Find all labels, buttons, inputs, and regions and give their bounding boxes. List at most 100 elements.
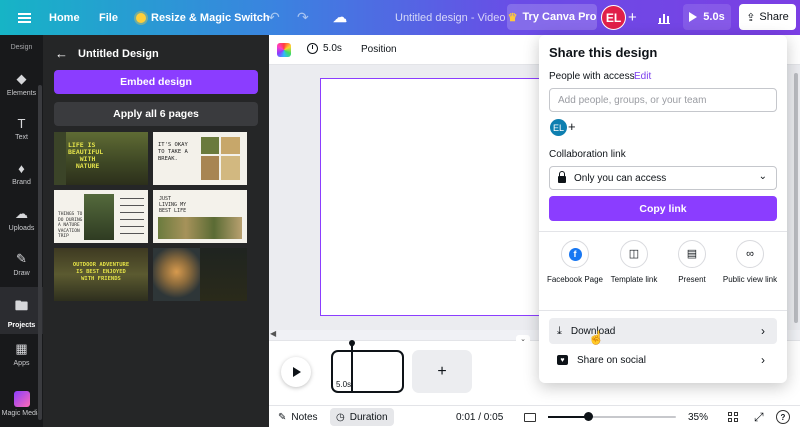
edit-access-link[interactable]: Edit bbox=[634, 71, 651, 82]
rail-item-brand[interactable]: ♦ Brand bbox=[0, 161, 43, 186]
file-menu[interactable]: File bbox=[99, 0, 118, 35]
rail-item-magic-media[interactable]: Magic Media bbox=[0, 391, 43, 417]
duration-label: 5.0s bbox=[323, 43, 342, 54]
rail-design-label[interactable]: Design bbox=[0, 44, 43, 51]
thumb-text: LIFE IS BEAUTIFUL WITH NATURE bbox=[68, 141, 104, 170]
rail-label: Uploads bbox=[8, 225, 35, 232]
share-button[interactable]: ⇪ Share bbox=[739, 4, 796, 30]
scroll-left-icon[interactable]: ◀ bbox=[270, 329, 276, 338]
share-option-present[interactable]: ▤ Present bbox=[663, 240, 721, 284]
share-option-public-link[interactable]: ∞ Public view link bbox=[721, 240, 779, 284]
notes-label: Notes bbox=[291, 411, 318, 423]
redo-icon[interactable]: ↷ bbox=[297, 0, 309, 35]
brand-icon: ♦ bbox=[18, 161, 25, 176]
rail-item-uploads[interactable]: ☁ Uploads bbox=[0, 206, 43, 232]
rail-label: Apps bbox=[13, 360, 30, 367]
divider bbox=[539, 231, 787, 232]
menu-button[interactable] bbox=[14, 0, 34, 35]
page-thumbnail-1[interactable]: LIFE IS BEAUTIFUL WITH NATURE bbox=[54, 132, 148, 185]
try-pro-button[interactable]: ♛ Try Canva Pro bbox=[507, 4, 597, 30]
page-thumbnail-5[interactable]: OUTDOOR ADVENTURE IS BEST ENJOYED WITH F… bbox=[54, 248, 148, 301]
play-icon bbox=[689, 12, 698, 22]
playhead[interactable] bbox=[351, 346, 353, 391]
page-thumbnail-2[interactable]: IT'S OKAY TO TAKE A BREAK. bbox=[153, 132, 247, 185]
rail-item-draw[interactable]: ✎ Draw bbox=[0, 251, 43, 277]
share-option-template[interactable]: ◫ Template link bbox=[605, 240, 663, 284]
facebook-icon: f bbox=[561, 240, 589, 268]
rail-label: Magic Media bbox=[1, 410, 42, 417]
cloud-save-icon[interactable]: ☁ bbox=[333, 0, 347, 35]
share-social-label: Share on social bbox=[577, 354, 646, 366]
clock-icon bbox=[307, 43, 318, 54]
avatar[interactable]: EL bbox=[550, 119, 567, 136]
collaboration-link-label: Collaboration link bbox=[549, 149, 626, 160]
resize-button[interactable]: Resize & Magic Switch bbox=[136, 0, 270, 35]
add-person-icon[interactable]: + bbox=[568, 119, 576, 135]
rail-label: Projects bbox=[7, 322, 36, 329]
try-pro-label: Try Canva Pro bbox=[522, 11, 597, 23]
copy-link-button[interactable]: Copy link bbox=[549, 196, 777, 221]
zoom-slider-knob[interactable] bbox=[583, 412, 593, 421]
option-label: Facebook Page bbox=[546, 275, 604, 284]
rail-item-elements[interactable]: ◆ Elements bbox=[0, 71, 43, 97]
panel-header: ← Untitled Design bbox=[55, 46, 159, 61]
embed-design-button[interactable]: Embed design bbox=[54, 70, 258, 94]
clip-duration: 5.0s bbox=[336, 380, 352, 389]
insights-icon[interactable] bbox=[654, 0, 674, 35]
chevron-right-icon: › bbox=[761, 353, 765, 367]
duration-toggle-label: Duration bbox=[349, 411, 388, 423]
canvas-scrollbar[interactable] bbox=[793, 65, 799, 330]
design-title[interactable]: Untitled design - Video bbox=[395, 0, 505, 35]
upload-icon: ☁ bbox=[15, 206, 28, 221]
apply-all-pages-button[interactable]: Apply all 6 pages bbox=[54, 102, 258, 126]
text-icon: T bbox=[17, 116, 26, 131]
play-preview-button[interactable]: 5.0s bbox=[683, 4, 731, 30]
zoom-slider[interactable] bbox=[548, 412, 676, 421]
rail-label: Text bbox=[15, 134, 28, 141]
rail-item-apps[interactable]: ▦ Apps bbox=[0, 341, 43, 367]
fit-page-icon[interactable] bbox=[524, 406, 536, 427]
notes-button[interactable]: ✎ Notes bbox=[278, 406, 318, 427]
share-option-facebook[interactable]: f Facebook Page bbox=[546, 240, 604, 284]
page-thumbnail-4[interactable]: JUST LIVING MY BEST LIFE bbox=[153, 190, 247, 243]
duration-toggle[interactable]: ◷ Duration bbox=[330, 408, 394, 426]
page-thumbnail-6[interactable] bbox=[153, 248, 247, 301]
rail-item-projects[interactable]: 🖿 Projects bbox=[0, 287, 43, 334]
rail-scrollbar[interactable] bbox=[38, 85, 42, 420]
home-button[interactable]: Home bbox=[49, 0, 80, 35]
add-people-input[interactable]: Add people, groups, or your team bbox=[549, 88, 777, 112]
hamburger-icon bbox=[17, 12, 31, 23]
duration-button[interactable]: 5.0s bbox=[307, 43, 342, 54]
add-page-button[interactable]: + bbox=[412, 350, 472, 393]
back-arrow-icon[interactable]: ← bbox=[55, 46, 68, 61]
grid-view-icon[interactable] bbox=[728, 406, 738, 427]
help-icon[interactable]: ? bbox=[776, 410, 790, 424]
crown-icon: ♛ bbox=[507, 11, 518, 24]
timeline-play-button[interactable] bbox=[281, 357, 311, 387]
timeline-collapse-icon[interactable]: ⌄ bbox=[516, 335, 530, 344]
position-button[interactable]: Position bbox=[361, 44, 397, 55]
rail-label: Brand bbox=[12, 179, 31, 186]
thumb-photo bbox=[201, 156, 219, 180]
zoom-level[interactable]: 35% bbox=[688, 406, 708, 427]
page-thumbnail-3[interactable]: THINGS TO DO DURING A NATURE VACATION TR… bbox=[54, 190, 148, 243]
divider bbox=[539, 310, 787, 311]
thumb-text: JUST LIVING MY BEST LIFE bbox=[159, 196, 187, 214]
timeline-clip[interactable]: 5.0s bbox=[331, 350, 404, 393]
thumb-text: OUTDOOR ADVENTURE IS BEST ENJOYED WITH F… bbox=[72, 262, 130, 282]
rail-label: Draw bbox=[13, 270, 30, 277]
rail-item-text[interactable]: T Text bbox=[0, 116, 43, 141]
thumb-text: IT'S OKAY TO TAKE A BREAK. bbox=[158, 142, 188, 162]
zoom-slider-fill bbox=[548, 416, 588, 418]
download-row[interactable]: ⤓ Download › bbox=[549, 318, 777, 344]
shapes-icon: ◆ bbox=[16, 71, 27, 86]
color-picker-icon[interactable] bbox=[277, 43, 291, 57]
magic-switch-icon bbox=[136, 12, 146, 23]
avatar[interactable]: EL bbox=[601, 5, 626, 30]
fullscreen-icon[interactable]: ⤢ bbox=[754, 406, 764, 427]
share-on-social-row[interactable]: ♥ Share on social › bbox=[549, 347, 777, 373]
access-select[interactable]: Only you can access ⌄ bbox=[549, 166, 777, 190]
add-collaborator-icon[interactable]: + bbox=[628, 0, 637, 35]
folder-icon: 🖿 bbox=[14, 298, 28, 313]
undo-icon[interactable]: ↶ bbox=[268, 0, 280, 35]
